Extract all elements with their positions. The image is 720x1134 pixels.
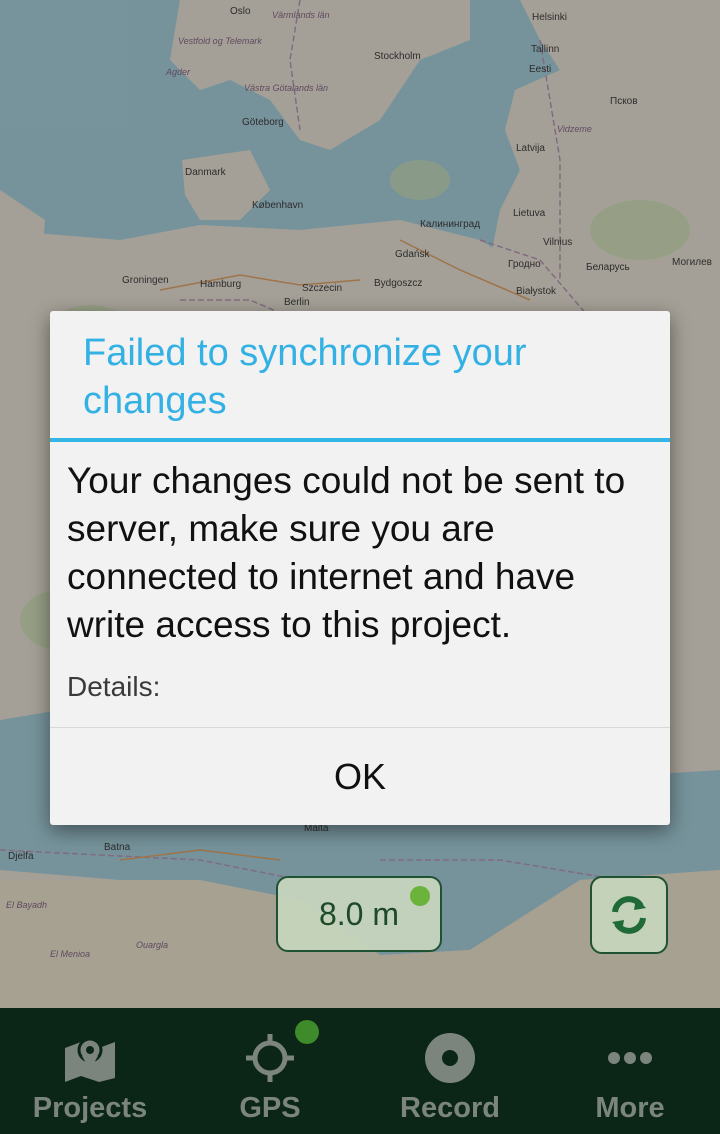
sync-button[interactable] (590, 876, 668, 954)
nav-label: GPS (239, 1092, 301, 1124)
gps-accuracy-value: 8.0 m (318, 895, 400, 932)
record-icon (420, 1032, 480, 1084)
dialog-title: Failed to synchronize your changes (83, 332, 527, 422)
sync-error-dialog: Failed to synchronize your changes Your … (50, 311, 670, 825)
nav-projects[interactable]: Projects (0, 1008, 180, 1134)
dialog-details-label: Details: (67, 671, 161, 702)
sync-icon (612, 896, 646, 934)
nav-label: Projects (32, 1092, 148, 1124)
nav-label: Record (400, 1092, 500, 1124)
nav-label: More (595, 1092, 665, 1124)
dialog-message: Your changes could not be sent to server… (67, 460, 626, 645)
more-dots-icon (600, 1032, 660, 1084)
gps-fix-dot (295, 1020, 319, 1044)
gps-accuracy-indicator[interactable]: 8.0 m (276, 876, 442, 952)
map-pin-icon (60, 1032, 120, 1084)
gps-status-dot (410, 886, 430, 906)
ok-button[interactable]: OK (50, 728, 670, 825)
dialog-title-divider (50, 438, 670, 442)
nav-record[interactable]: Record (360, 1008, 540, 1134)
nav-more[interactable]: More (540, 1008, 720, 1134)
bottom-navigation: Projects GPS Record More (0, 1008, 720, 1134)
crosshair-icon (240, 1032, 300, 1084)
nav-gps[interactable]: GPS (180, 1008, 360, 1134)
